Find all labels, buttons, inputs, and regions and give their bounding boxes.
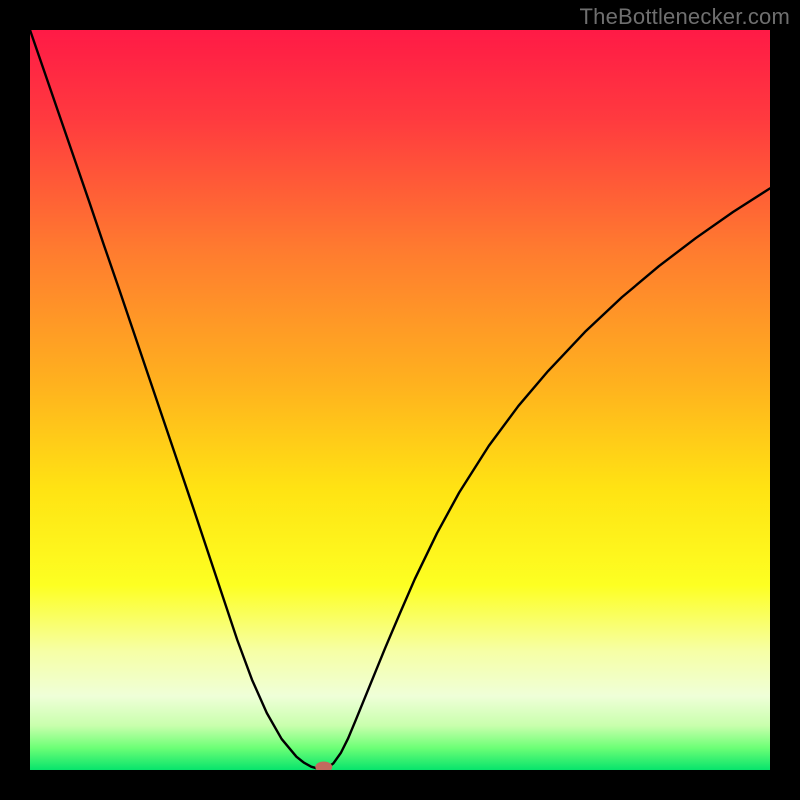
plot-area bbox=[30, 30, 770, 770]
gradient-chart bbox=[30, 30, 770, 770]
watermark-text: TheBottlenecker.com bbox=[580, 4, 790, 30]
gradient-background bbox=[30, 30, 770, 770]
outer-frame: TheBottlenecker.com bbox=[0, 0, 800, 800]
